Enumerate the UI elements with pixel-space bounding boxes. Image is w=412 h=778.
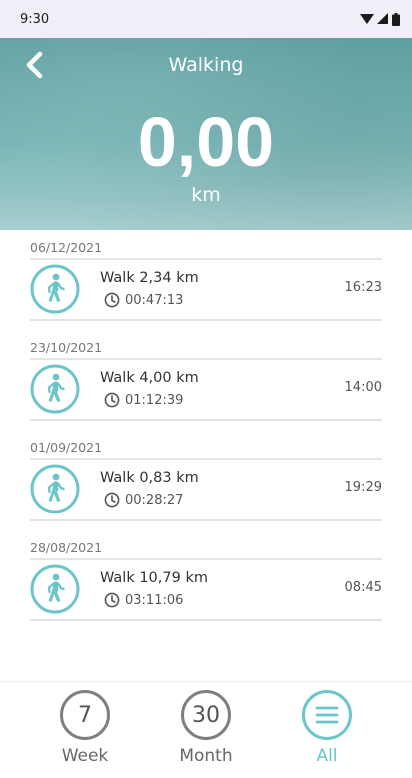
walking-icon — [30, 264, 80, 314]
activity-time: 19:29 — [344, 480, 382, 495]
clock-icon — [104, 292, 120, 308]
divider — [30, 519, 382, 521]
activity-row[interactable]: Walk 2,34 km 00:47:13 16:23 — [30, 260, 382, 319]
activity-title: Walk 4,00 km — [100, 370, 199, 386]
divider — [30, 619, 382, 621]
nav-month-button[interactable]: 30 Month — [166, 690, 246, 766]
group-date: 06/12/2021 — [30, 240, 103, 255]
walking-icon — [30, 564, 80, 614]
duration-text: 03:11:06 — [125, 592, 184, 608]
activity-duration: 00:47:13 — [104, 292, 183, 308]
activity-title: Walk 10,79 km — [100, 570, 208, 586]
activity-time: 16:23 — [344, 280, 382, 295]
duration-text: 00:47:13 — [125, 292, 184, 308]
bottom-navigation: 7 Week 30 Month All — [0, 681, 412, 778]
walking-icon — [30, 364, 80, 414]
battery-icon — [392, 12, 400, 26]
divider — [30, 319, 382, 321]
activity-title: Walk 2,34 km — [100, 270, 199, 286]
menu-lines-icon — [302, 690, 352, 740]
clock-icon — [104, 592, 120, 608]
activity-time: 14:00 — [344, 380, 382, 395]
activity-group: 23/10/2021 Walk 4,00 km 01:12:39 14:00 — [30, 330, 382, 430]
activity-group: 06/12/2021 Walk 2,34 km 00:47:13 16:23 — [30, 230, 382, 330]
activity-duration: 01:12:39 — [104, 392, 183, 408]
group-date: 23/10/2021 — [30, 340, 103, 355]
month-count-icon: 30 — [181, 690, 231, 740]
duration-text: 00:28:27 — [125, 492, 184, 508]
week-count-icon: 7 — [60, 690, 110, 740]
activity-title: Walk 0,83 km — [100, 470, 199, 486]
group-date: 28/08/2021 — [30, 540, 103, 555]
clock-icon — [104, 492, 120, 508]
wifi-icon — [360, 14, 374, 24]
duration-text: 01:12:39 — [125, 392, 184, 408]
nav-month-label: Month — [179, 746, 233, 766]
activity-list: 06/12/2021 Walk 2,34 km 00:47:13 16:23 2… — [30, 230, 382, 630]
divider — [30, 419, 382, 421]
nav-week-label: Week — [61, 746, 109, 766]
walking-icon — [30, 464, 80, 514]
status-icons — [360, 12, 400, 26]
distance-unit: km — [191, 184, 221, 206]
nav-week-button[interactable]: 7 Week — [45, 690, 125, 766]
signal-icon — [377, 13, 388, 24]
status-bar: 9:30 — [0, 0, 412, 38]
activity-row[interactable]: Walk 4,00 km 01:12:39 14:00 — [30, 360, 382, 419]
activity-row[interactable]: Walk 10,79 km 03:11:06 08:45 — [30, 560, 382, 619]
total-distance: 0,00 — [137, 103, 275, 181]
status-time: 9:30 — [20, 11, 50, 27]
activity-time: 08:45 — [344, 580, 382, 595]
summary-header: Walking 0,00 km — [0, 38, 412, 230]
nav-all-label: All — [316, 746, 338, 766]
nav-all-button[interactable]: All — [287, 690, 367, 766]
group-date: 01/09/2021 — [30, 440, 103, 455]
clock-icon — [104, 392, 120, 408]
activity-duration: 00:28:27 — [104, 492, 183, 508]
page-title: Walking — [168, 54, 244, 76]
activity-row[interactable]: Walk 0,83 km 00:28:27 19:29 — [30, 460, 382, 519]
activity-group: 28/08/2021 Walk 10,79 km 03:11:06 08:45 — [30, 530, 382, 630]
activity-duration: 03:11:06 — [104, 592, 183, 608]
activity-group: 01/09/2021 Walk 0,83 km 00:28:27 19:29 — [30, 430, 382, 530]
